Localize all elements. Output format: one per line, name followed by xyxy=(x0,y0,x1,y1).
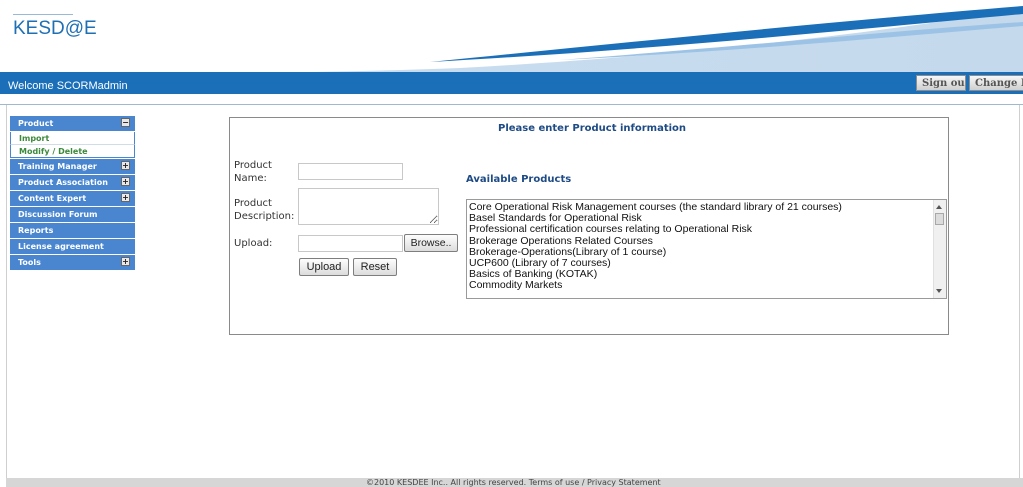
sidebar-item-discussion-forum[interactable]: Discussion Forum xyxy=(10,207,135,222)
upload-button[interactable]: Upload xyxy=(299,258,349,276)
sidebar-item-product[interactable]: Product − xyxy=(10,116,135,131)
expand-icon[interactable]: + xyxy=(121,257,130,266)
sidebar-item-tools[interactable]: Tools + xyxy=(10,255,135,270)
sidebar-item-label: License agreement xyxy=(18,242,104,251)
product-description-input[interactable] xyxy=(298,188,439,225)
sidebar-item-label: Discussion Forum xyxy=(18,210,98,219)
sidebar-item-label: Product Association xyxy=(18,178,108,187)
sidebar-subitem-import[interactable]: Import xyxy=(10,132,135,145)
sidebar-item-label: Training Manager xyxy=(18,162,97,171)
upload-file-path-input[interactable] xyxy=(298,235,403,252)
header: KESD@E Welcome SCORMadmin Sign out Chang… xyxy=(0,0,1023,105)
content-left-border xyxy=(6,105,7,478)
available-products-title: Available Products xyxy=(466,174,572,185)
list-item[interactable]: Commodity Markets xyxy=(467,280,842,291)
browse-button[interactable]: Browse.. xyxy=(404,234,458,252)
sidebar-item-label: Product xyxy=(18,119,54,128)
welcome-text: Welcome SCORMadmin xyxy=(8,80,128,92)
product-name-label-line1: Product xyxy=(234,160,272,171)
list-scrollbar[interactable] xyxy=(933,200,946,298)
sidebar-item-label: Reports xyxy=(18,226,54,235)
footer: ©2010 KESDEE Inc.. All rights reserved. … xyxy=(6,478,1023,487)
expand-icon[interactable]: + xyxy=(121,193,130,202)
scroll-up-arrow-icon[interactable] xyxy=(936,205,942,209)
list-item[interactable]: Professional certification courses relat… xyxy=(467,224,842,235)
expand-icon[interactable]: + xyxy=(121,177,130,186)
logo-line xyxy=(13,14,73,15)
sidebar-item-product-association[interactable]: Product Association + xyxy=(10,175,135,190)
header-divider xyxy=(0,104,1023,105)
sign-out-button[interactable]: Sign out xyxy=(916,75,966,91)
change-password-button[interactable]: Change Passwor xyxy=(969,75,1023,91)
reset-button[interactable]: Reset xyxy=(353,258,397,276)
list-options: Core Operational Risk Management courses… xyxy=(467,201,842,292)
product-name-input[interactable] xyxy=(298,163,403,180)
sidebar-item-license-agreement[interactable]: License agreement xyxy=(10,239,135,254)
product-name-label-line2: Name: xyxy=(234,173,267,184)
footer-text: ©2010 KESDEE Inc.. All rights reserved. … xyxy=(366,478,661,487)
form-title: Please enter Product information xyxy=(498,123,687,134)
sidebar-item-label: Content Expert xyxy=(18,194,87,203)
header-swoosh xyxy=(0,6,1023,105)
upload-label: Upload: xyxy=(234,238,273,249)
sidebar-item-content-expert[interactable]: Content Expert + xyxy=(10,191,135,206)
scroll-thumb[interactable] xyxy=(935,213,944,225)
available-products-list[interactable]: Core Operational Risk Management courses… xyxy=(466,199,947,299)
product-description-label-line1: Product xyxy=(234,198,272,209)
sidebar-subitem-modify-delete[interactable]: Modify / Delete xyxy=(10,145,135,158)
product-description-label-line2: Description: xyxy=(234,211,295,222)
expand-icon[interactable]: + xyxy=(121,161,130,170)
collapse-icon[interactable]: − xyxy=(121,118,130,127)
sidebar-item-label: Tools xyxy=(18,258,41,267)
kesdee-logo: KESD@E xyxy=(13,18,97,39)
sidebar-item-training-manager[interactable]: Training Manager + xyxy=(10,159,135,174)
sidebar-item-reports[interactable]: Reports xyxy=(10,223,135,238)
scroll-down-arrow-icon[interactable] xyxy=(936,289,942,293)
sidebar-menu: Product − Import Modify / Delete Trainin… xyxy=(10,116,135,271)
content-right-border xyxy=(1019,105,1020,478)
